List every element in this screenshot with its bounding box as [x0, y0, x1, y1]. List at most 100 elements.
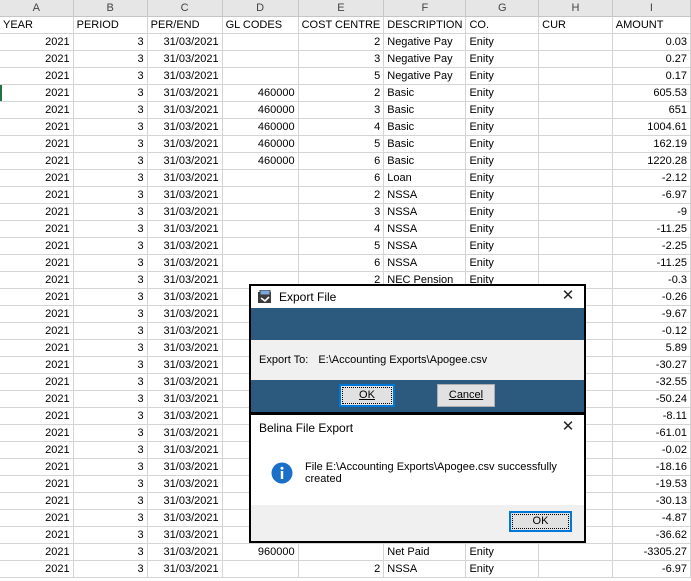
table-cell[interactable]: Negative Pay [383, 67, 467, 85]
table-cell[interactable]: 31/03/2021 [147, 135, 223, 153]
table-cell[interactable]: 5 [298, 135, 385, 153]
table-cell[interactable]: 2021 [0, 526, 74, 544]
table-cell[interactable]: 3 [73, 356, 148, 374]
table-cell[interactable]: 3 [298, 203, 385, 221]
table-cell[interactable]: 460000 [222, 152, 299, 170]
table-cell[interactable]: 460000 [222, 101, 299, 119]
table-cell[interactable] [222, 50, 299, 68]
table-cell[interactable]: 2 [298, 186, 385, 204]
table-cell[interactable]: 2021 [0, 271, 74, 289]
table-cell[interactable]: 2021 [0, 373, 74, 391]
table-cell[interactable]: Enity [465, 101, 540, 119]
table-cell[interactable]: 31/03/2021 [147, 220, 223, 238]
table-cell[interactable]: 2021 [0, 509, 74, 527]
export-cancel-button[interactable]: Cancel [437, 384, 495, 407]
table-cell[interactable]: 31/03/2021 [147, 390, 223, 408]
table-cell[interactable]: 1004.61 [612, 118, 691, 136]
table-cell[interactable] [538, 101, 613, 119]
table-cell[interactable]: 31/03/2021 [147, 458, 223, 476]
table-cell[interactable] [538, 118, 613, 136]
table-cell[interactable]: 4 [298, 118, 385, 136]
column-letter[interactable]: I [612, 0, 691, 17]
table-cell[interactable] [538, 237, 613, 255]
table-cell[interactable]: 2021 [0, 203, 74, 221]
table-cell[interactable]: 605.53 [612, 84, 691, 102]
table-cell[interactable]: -6.97 [612, 186, 691, 204]
column-letter[interactable]: H [538, 0, 613, 17]
table-cell[interactable]: 2021 [0, 152, 74, 170]
table-cell[interactable]: Enity [465, 50, 540, 68]
table-cell[interactable]: Net Paid [383, 543, 467, 561]
table-cell[interactable]: NSSA [383, 254, 467, 272]
table-cell[interactable]: -11.25 [612, 254, 691, 272]
table-cell[interactable]: 2021 [0, 67, 74, 85]
table-cell[interactable]: 2021 [0, 101, 74, 119]
table-cell[interactable]: 3 [298, 50, 385, 68]
table-cell[interactable]: -11.25 [612, 220, 691, 238]
table-cell[interactable]: 31/03/2021 [147, 526, 223, 544]
table-cell[interactable]: 3 [73, 67, 148, 85]
table-cell[interactable]: -32.55 [612, 373, 691, 391]
table-cell[interactable]: 2021 [0, 475, 74, 493]
table-cell[interactable]: Basic [383, 118, 467, 136]
table-cell[interactable]: 2021 [0, 424, 74, 442]
table-cell[interactable]: 3 [73, 543, 148, 561]
table-cell[interactable]: Enity [465, 84, 540, 102]
table-cell[interactable]: 31/03/2021 [147, 118, 223, 136]
table-cell[interactable]: Enity [465, 254, 540, 272]
table-cell[interactable]: 3 [73, 492, 148, 510]
table-cell[interactable] [538, 152, 613, 170]
table-cell[interactable]: 2 [298, 560, 385, 578]
table-cell[interactable]: Basic [383, 135, 467, 153]
table-cell[interactable]: -4.87 [612, 509, 691, 527]
table-cell[interactable]: 1220.28 [612, 152, 691, 170]
table-cell[interactable]: 3 [73, 424, 148, 442]
column-header[interactable]: CUR [538, 16, 613, 34]
table-cell[interactable]: Basic [383, 84, 467, 102]
table-cell[interactable]: Loan [383, 169, 467, 187]
table-cell[interactable]: 31/03/2021 [147, 560, 223, 578]
table-cell[interactable]: 3 [73, 237, 148, 255]
table-cell[interactable]: -18.16 [612, 458, 691, 476]
table-cell[interactable]: 3 [73, 288, 148, 306]
table-cell[interactable]: Enity [465, 169, 540, 187]
table-cell[interactable]: -30.27 [612, 356, 691, 374]
table-cell[interactable]: 3 [73, 118, 148, 136]
table-cell[interactable]: 3 [73, 322, 148, 340]
table-cell[interactable]: Enity [465, 67, 540, 85]
table-cell[interactable]: Enity [465, 203, 540, 221]
table-cell[interactable]: 3 [73, 560, 148, 578]
table-cell[interactable]: 3 [73, 458, 148, 476]
table-cell[interactable]: 2021 [0, 254, 74, 272]
table-cell[interactable]: 3 [73, 526, 148, 544]
table-cell[interactable] [222, 169, 299, 187]
table-cell[interactable]: 3 [73, 203, 148, 221]
table-cell[interactable]: -9.67 [612, 305, 691, 323]
table-cell[interactable]: 2021 [0, 33, 74, 51]
table-cell[interactable]: 3 [298, 101, 385, 119]
table-cell[interactable]: 31/03/2021 [147, 322, 223, 340]
table-cell[interactable]: Enity [465, 560, 540, 578]
table-cell[interactable] [538, 186, 613, 204]
table-cell[interactable]: Negative Pay [383, 50, 467, 68]
table-cell[interactable] [538, 33, 613, 51]
table-cell[interactable]: -61.01 [612, 424, 691, 442]
table-cell[interactable]: 31/03/2021 [147, 407, 223, 425]
table-cell[interactable]: 31/03/2021 [147, 237, 223, 255]
message-dialog-titlebar[interactable]: Belina File Export ✕ [251, 415, 584, 441]
table-cell[interactable]: 31/03/2021 [147, 441, 223, 459]
table-cell[interactable] [222, 237, 299, 255]
table-cell[interactable]: -9 [612, 203, 691, 221]
table-cell[interactable]: 0.17 [612, 67, 691, 85]
table-cell[interactable]: 3 [73, 475, 148, 493]
table-cell[interactable]: Enity [465, 135, 540, 153]
table-cell[interactable]: NSSA [383, 203, 467, 221]
table-cell[interactable] [222, 254, 299, 272]
table-cell[interactable]: -0.02 [612, 441, 691, 459]
table-cell[interactable]: Negative Pay [383, 33, 467, 51]
table-cell[interactable] [298, 543, 385, 561]
table-cell[interactable]: 2021 [0, 169, 74, 187]
table-cell[interactable]: -3305.27 [612, 543, 691, 561]
table-cell[interactable]: 6 [298, 169, 385, 187]
table-cell[interactable]: 2021 [0, 135, 74, 153]
